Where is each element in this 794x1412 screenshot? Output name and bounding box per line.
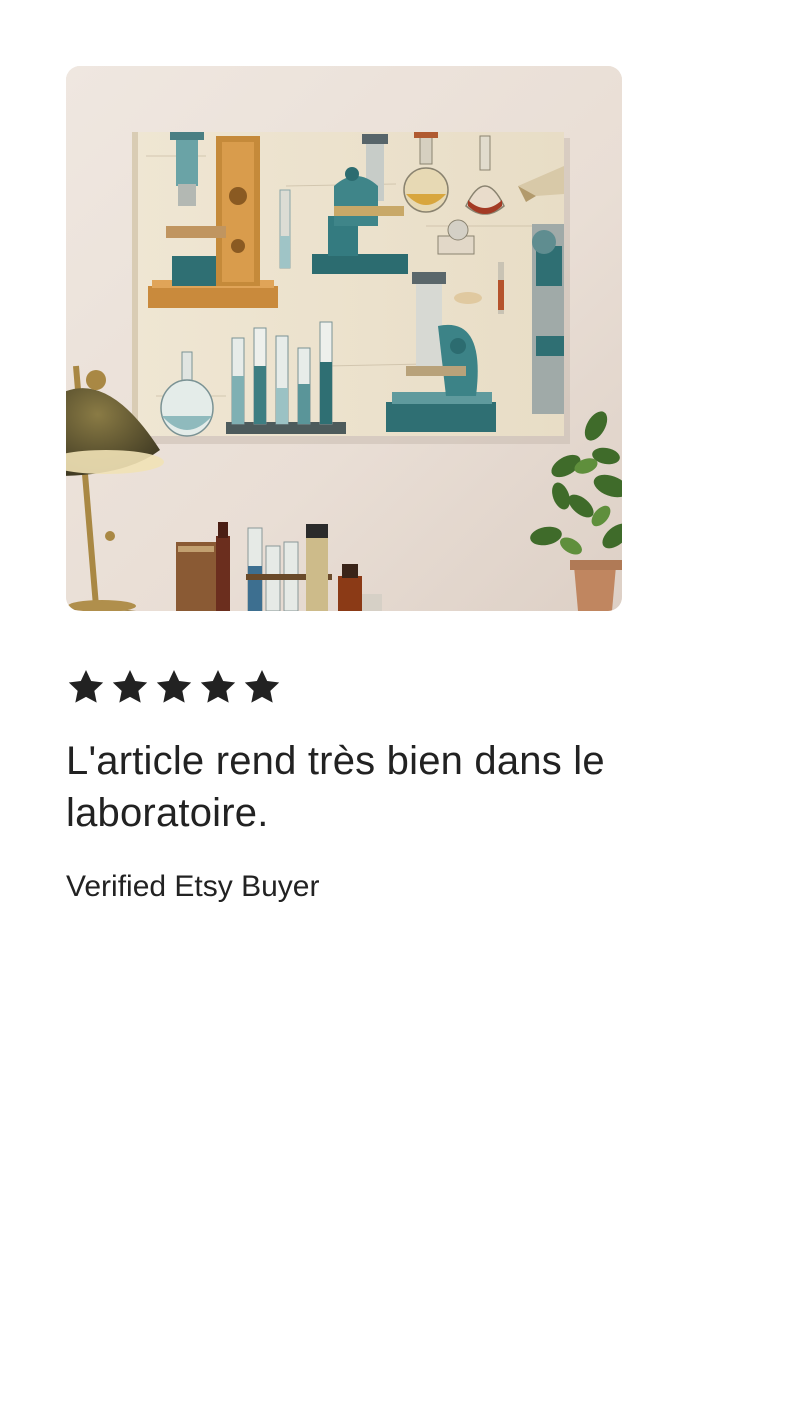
- star-rating: [66, 667, 666, 707]
- review-photo-image: [66, 66, 622, 611]
- star-icon: [156, 670, 192, 703]
- reviewer-name: Verified Etsy Buyer: [66, 870, 320, 903]
- star-icon: [244, 670, 280, 703]
- review-photo[interactable]: [66, 66, 622, 611]
- review-text: L'article rend très bien dans le laborat…: [66, 739, 605, 835]
- review-card: L'article rend très bien dans le laborat…: [66, 66, 666, 905]
- star-icon: [112, 670, 148, 703]
- star-icon: [68, 670, 104, 703]
- star-icon: [200, 670, 236, 703]
